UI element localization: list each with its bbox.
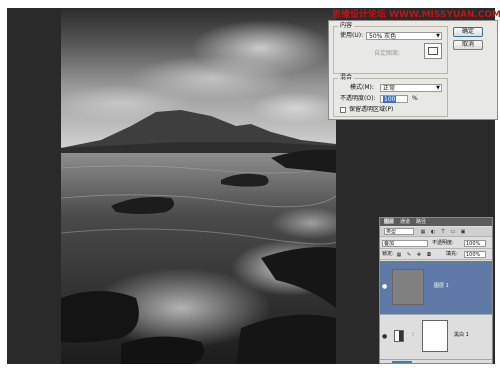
- lock-position-icon[interactable]: ✥: [416, 252, 422, 258]
- adjustment-filter-icon[interactable]: ◐: [430, 229, 436, 235]
- lock-image-icon[interactable]: ✎: [406, 252, 412, 258]
- opacity-input-value: 100: [383, 96, 397, 103]
- layer-name[interactable]: 黑白 1: [454, 332, 469, 339]
- layer-name[interactable]: 图层 1: [434, 283, 449, 290]
- layer-mask-thumbnail[interactable]: [422, 320, 448, 352]
- cancel-button[interactable]: 取消: [453, 40, 483, 50]
- opacity-label: 不透明度(O):: [340, 95, 376, 102]
- use-label: 使用(U):: [340, 32, 364, 39]
- layer-opacity-value: 100%: [466, 241, 481, 247]
- kind-filter-value: 类型: [386, 229, 397, 235]
- adjustment-layer-icon: [394, 330, 404, 342]
- next-layer-thumbnail-peek: [392, 361, 412, 363]
- fill-dialog: 内容 使用(U): 50% 灰色 ▼ 自定图案: 混合 模式(M): 正常 ▼ …: [328, 20, 498, 120]
- pattern-swatch[interactable]: [424, 43, 442, 59]
- opacity-input[interactable]: 100: [380, 95, 408, 103]
- pixel-filter-icon[interactable]: ▦: [420, 229, 426, 235]
- half-tone-icon: [399, 331, 403, 341]
- chevron-down-icon: ▼: [436, 33, 440, 39]
- layers-panel: 图层 通道 路径 类型 ▦ ◐ T ▭ ▣ 叠加 不透明度: 100% 锁定: …: [379, 217, 493, 364]
- preserve-transparency-label: 保留透明区域(P): [349, 106, 394, 113]
- use-select[interactable]: 50% 灰色 ▼: [366, 32, 442, 40]
- lock-all-icon[interactable]: ◘: [426, 252, 432, 258]
- layer-opacity-label: 不透明度:: [432, 240, 454, 246]
- screenshot-stage: 思缘设计论坛 WWW.MISSYUAN.COM 内容 使用(U): 50% 灰色…: [0, 0, 500, 368]
- preserve-transparency-checkbox[interactable]: [340, 107, 346, 113]
- pattern-preview-icon: [428, 47, 438, 55]
- chevron-down-icon: ▼: [436, 85, 440, 91]
- mode-label: 模式(M):: [350, 84, 374, 91]
- document-canvas[interactable]: [61, 8, 336, 364]
- lock-transparent-icon[interactable]: ▦: [396, 252, 402, 258]
- tab-paths[interactable]: 路径: [416, 219, 426, 225]
- visibility-icon[interactable]: ●: [382, 283, 390, 291]
- ok-button[interactable]: 确定: [453, 27, 483, 37]
- contents-group: 内容 使用(U): 50% 灰色 ▼ 自定图案:: [333, 22, 448, 74]
- contents-group-title: 内容: [338, 22, 355, 30]
- blend-row: 叠加 不透明度: 100%: [380, 239, 492, 249]
- mode-select-value: 正常: [383, 85, 396, 92]
- blend-mode-value: 叠加: [384, 241, 395, 247]
- blend-mode-select[interactable]: 叠加: [382, 240, 428, 247]
- lock-row: 锁定: ▦ ✎ ✥ ◘ 填充: 100%: [380, 250, 492, 260]
- blending-group: 混合 模式(M): 正常 ▼ 不透明度(O): 100 % 保留透明区域(P): [333, 74, 448, 117]
- tab-channels[interactable]: 通道: [400, 219, 410, 225]
- use-select-value: 50% 灰色: [369, 33, 397, 40]
- panel-tabs: 图层 通道 路径: [380, 218, 492, 226]
- smart-object-filter-icon[interactable]: ▣: [460, 229, 466, 235]
- layer-filter-row: 类型 ▦ ◐ T ▭ ▣: [380, 227, 492, 237]
- link-chain-icon: ⁝: [412, 332, 414, 338]
- shape-filter-icon[interactable]: ▭: [450, 229, 456, 235]
- visibility-icon[interactable]: ●: [382, 333, 390, 341]
- kind-filter-select[interactable]: 类型: [384, 228, 414, 235]
- fill-value: 100%: [466, 252, 481, 258]
- lock-label: 锁定:: [382, 251, 394, 257]
- fill-input[interactable]: 100%: [464, 251, 486, 258]
- fill-label: 填充:: [446, 251, 458, 257]
- mode-select[interactable]: 正常 ▼: [380, 84, 442, 92]
- type-filter-icon[interactable]: T: [440, 229, 446, 235]
- opacity-unit: %: [412, 95, 418, 102]
- layer-row-black-white-1[interactable]: ● ⁝ 黑白 1: [380, 316, 492, 360]
- layer-opacity-input[interactable]: 100%: [464, 240, 486, 247]
- custom-pattern-label: 自定图案:: [374, 50, 401, 57]
- tab-layers[interactable]: 图层: [384, 219, 394, 225]
- layer-thumbnail: [392, 269, 424, 305]
- layer-row-layer-1[interactable]: ● 图层 1: [380, 261, 492, 315]
- blending-group-title: 混合: [338, 74, 355, 82]
- landscape-photo: [61, 8, 336, 364]
